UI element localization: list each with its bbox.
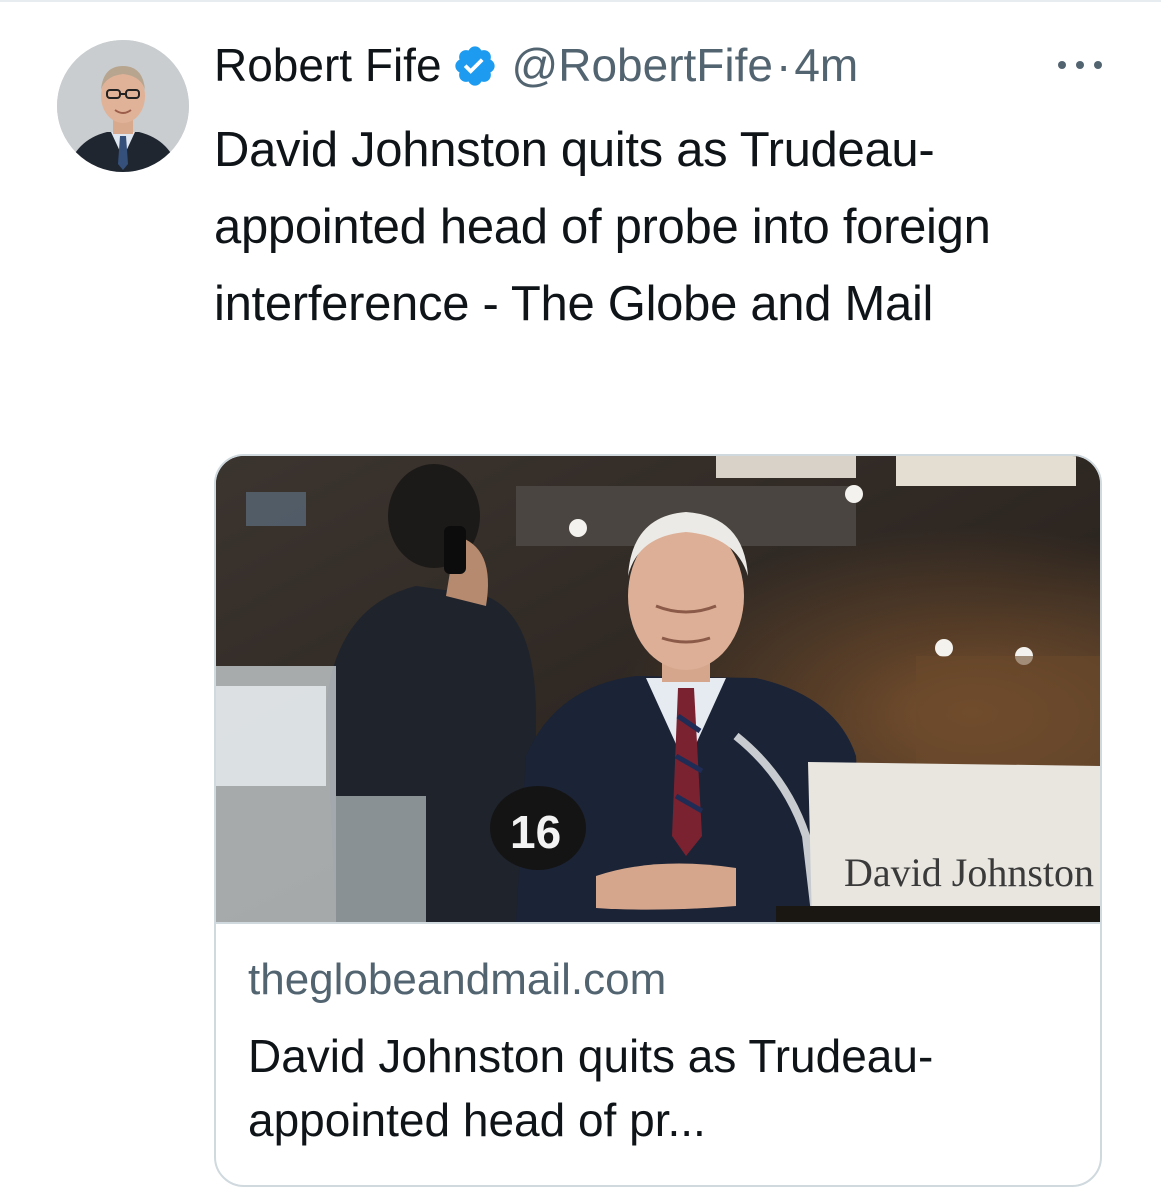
author-display-name[interactable]: Robert Fife [214,34,442,96]
more-options-icon[interactable] [1058,50,1102,80]
verified-badge-icon[interactable] [452,42,498,88]
card-photo: 16 David Johnston [216,456,1100,922]
nameplate-text: David Johnston [844,850,1094,895]
link-card[interactable]: 16 David Johnston theglobeandmail.com Da… [214,454,1102,1187]
author-avatar[interactable] [57,40,189,172]
more-dot [1076,61,1084,69]
header-separator: · [775,39,792,91]
more-dot [1094,61,1102,69]
tweet-text: David Johnston quits as Trudeau-appointe… [214,123,991,331]
tweet-header: Robert Fife @RobertFife · 4m [214,34,858,96]
top-divider [0,0,1161,2]
tweet-timestamp[interactable]: 4m [794,34,858,96]
card-divider [216,922,1100,924]
avatar-photo [57,40,189,172]
card-image[interactable]: 16 David Johnston [216,456,1100,922]
placard-number: 16 [510,806,561,858]
author-handle[interactable]: @RobertFife [512,34,773,96]
more-dot [1058,61,1066,69]
card-title[interactable]: David Johnston quits as Trudeau-appointe… [248,1024,1078,1152]
card-domain[interactable]: theglobeandmail.com [248,952,666,1008]
